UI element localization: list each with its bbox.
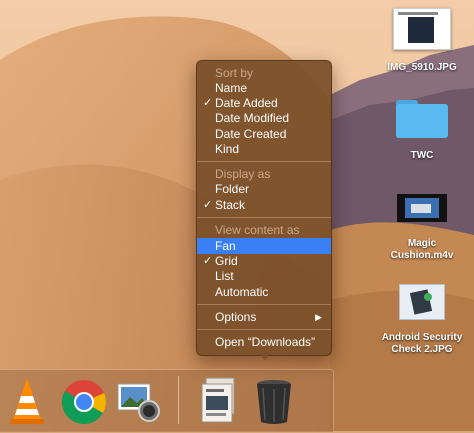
menu-header-sort-by: Sort by: [215, 66, 254, 80]
menu-separator: [197, 217, 331, 218]
menu-header-view-content-as: View content as: [215, 223, 300, 237]
desktop-icon-label: Android Security Check 2.JPG: [381, 332, 463, 355]
menu-item-open-downloads[interactable]: Open “Downloads”: [197, 334, 331, 350]
desktop-icon-img-5910[interactable]: IMG_5910.JPG: [374, 8, 470, 74]
vlc-icon[interactable]: [8, 376, 46, 431]
desktop-icon-magic-cushion[interactable]: Magic Cushion.m4v: [374, 194, 470, 262]
menu-item-label: Open “Downloads”: [215, 335, 316, 349]
menu-item-date-added[interactable]: ✓ Date Added: [197, 95, 331, 111]
menu-item-label: Options: [215, 310, 257, 324]
menu-pointer-arrow: [259, 353, 271, 360]
image-thumbnail-icon: [399, 284, 445, 320]
context-menu: Sort by Name ✓ Date Added Date Modified …: [196, 60, 332, 356]
submenu-arrow-icon: ▶: [315, 312, 322, 322]
menu-item-label: Date Added: [215, 96, 278, 110]
menu-item-options[interactable]: Options ▶: [197, 309, 331, 325]
menu-item-kind[interactable]: Kind: [197, 141, 331, 157]
chrome-icon[interactable]: [60, 378, 108, 431]
preview-icon[interactable]: [116, 378, 164, 431]
desktop-icon-label: TWC: [410, 150, 434, 161]
menu-item-label: Date Modified: [215, 111, 290, 125]
menu-separator: [197, 304, 331, 305]
trash-icon[interactable]: [254, 376, 294, 431]
desktop-icon-twc[interactable]: TWC: [374, 96, 470, 162]
menu-item-label: Fan: [215, 239, 236, 253]
checkmark-icon: ✓: [203, 97, 213, 109]
desktop-icon-label: Magic Cushion.m4v: [390, 238, 454, 261]
downloads-stack-icon[interactable]: [196, 374, 242, 433]
menu-item-label: Folder: [215, 182, 250, 196]
image-thumbnail-icon: [393, 8, 451, 50]
menu-item-date-created[interactable]: Date Created: [197, 126, 331, 142]
menu-item-label: Automatic: [215, 285, 269, 299]
folder-icon: [396, 96, 448, 138]
menu-item-stack[interactable]: ✓ Stack: [197, 197, 331, 213]
menu-item-automatic[interactable]: Automatic: [197, 284, 331, 300]
dock-divider: [178, 376, 179, 424]
checkmark-icon: ✓: [203, 199, 213, 211]
menu-item-date-modified[interactable]: Date Modified: [197, 110, 331, 126]
menu-item-list[interactable]: List: [197, 268, 331, 284]
menu-separator: [197, 329, 331, 330]
menu-item-label: Name: [215, 81, 248, 95]
menu-header-display-as: Display as: [215, 167, 271, 181]
menu-item-grid[interactable]: ✓ Grid: [197, 253, 331, 269]
menu-item-label: Kind: [215, 142, 240, 156]
desktop-icon-android-security-check[interactable]: Android Security Check 2.JPG: [374, 284, 470, 356]
video-thumbnail-icon: [397, 194, 447, 222]
menu-item-label: Grid: [215, 254, 238, 268]
checkmark-icon: ✓: [203, 255, 213, 267]
menu-item-label: Date Created: [215, 127, 287, 141]
menu-item-label: Stack: [215, 198, 246, 212]
menu-item-fan[interactable]: Fan: [197, 238, 331, 254]
menu-item-label: List: [215, 269, 234, 283]
menu-item-name[interactable]: Name: [197, 80, 331, 96]
menu-separator: [197, 161, 331, 162]
desktop-icon-label: IMG_5910.JPG: [387, 62, 457, 73]
menu-item-folder[interactable]: Folder: [197, 181, 331, 197]
